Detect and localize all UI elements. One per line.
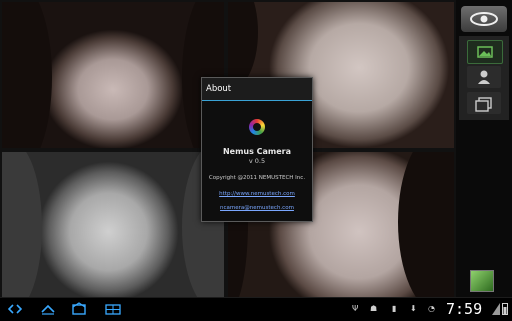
camera-preview-tile-1[interactable] [2,2,224,148]
frames-mode-button[interactable] [467,92,501,114]
dialog-title: About [202,78,312,101]
system-bar: Ψ ☗ ▮ ⬇ ◔ 7:59 [0,297,512,321]
camera-eye-icon [470,12,498,26]
wifi-signal-icon [492,303,500,317]
android-icon: ☗ [370,304,378,313]
home-button[interactable] [70,301,88,317]
download-icon: ⬇ [410,304,417,313]
landscape-icon [477,46,493,58]
camera-control-sidebar [456,0,512,297]
keyboard-collapse-button[interactable] [7,301,23,317]
gallery-thumbnail[interactable] [470,270,494,292]
about-dialog: About Nemus Camera v 0.5 Copyright @2011… [201,77,313,222]
person-icon [478,70,490,84]
app-name: Nemus Camera [222,147,292,156]
frames-icon [475,97,492,112]
app-logo-icon [249,119,265,135]
usb-icon: Ψ [352,304,359,313]
home-icon [72,302,86,315]
copyright-text: Copyright @2011 NEMUSTECH Inc. [208,175,306,181]
email-link[interactable]: ncamera@nemustech.com [202,205,312,211]
app-version: v 0.5 [248,157,266,165]
camera-switch-button[interactable] [461,6,507,32]
landscape-mode-button[interactable] [467,40,503,64]
recent-apps-icon [105,304,121,315]
battery-icon [502,302,508,317]
portrait-mode-button[interactable] [467,66,501,88]
mode-panel [459,36,509,120]
wifi-icon: ◔ [428,304,435,313]
back-icon [41,304,55,315]
camera-preview-tile-3[interactable] [2,152,224,297]
recent-apps-button[interactable] [104,301,122,317]
status-clock: 7:59 [446,300,483,318]
website-link[interactable]: http://www.nemustech.com [202,191,312,197]
collapse-chevrons-icon [7,304,23,314]
sd-card-icon: ▮ [392,304,397,313]
back-button[interactable] [40,301,56,317]
